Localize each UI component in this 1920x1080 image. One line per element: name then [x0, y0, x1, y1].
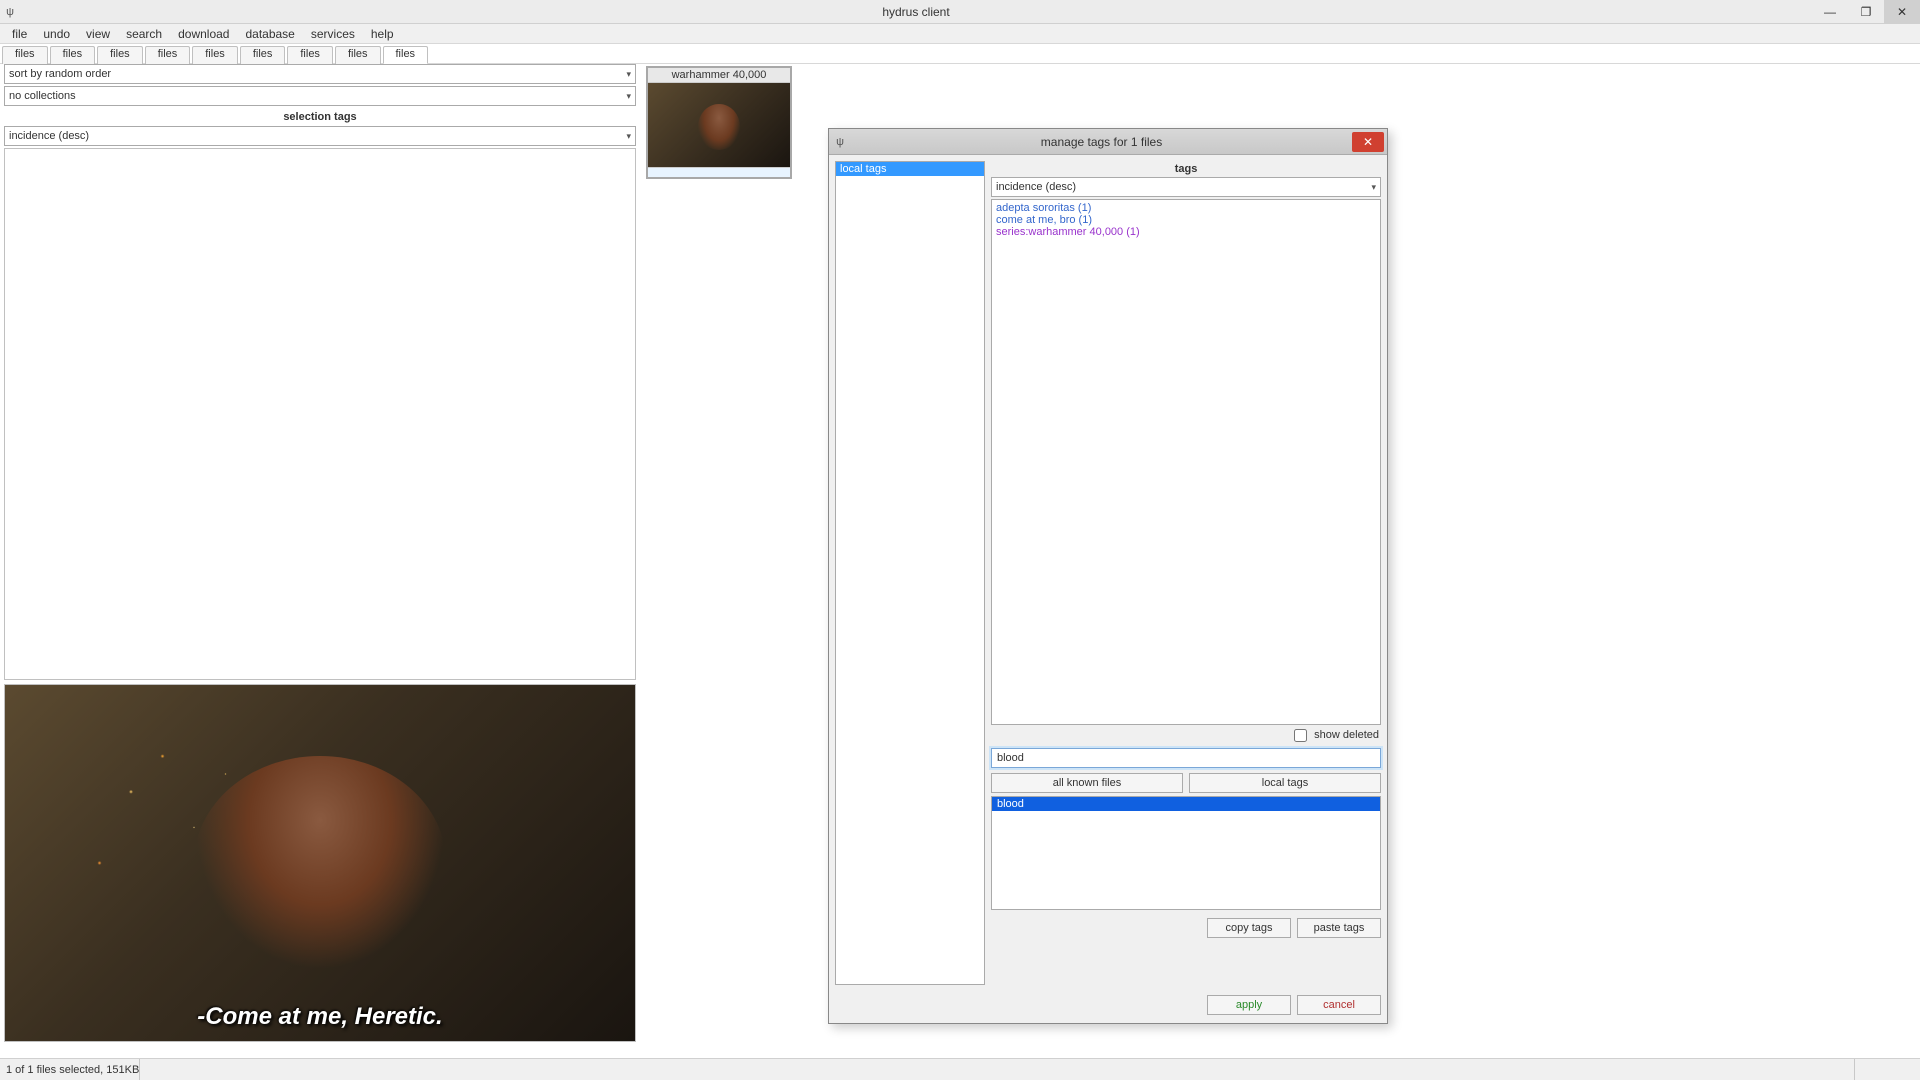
menu-download[interactable]: download	[170, 25, 237, 43]
tag-item[interactable]: adepta sororitas (1)	[996, 202, 1376, 214]
close-button[interactable]: ✕	[1884, 0, 1920, 24]
menu-view[interactable]: view	[78, 25, 118, 43]
tab-files-0[interactable]: files	[2, 46, 48, 64]
thumbnail-label: warhammer 40,000	[648, 68, 790, 83]
preview-image-fx	[5, 685, 635, 1041]
left-panel: sort by random order ▾ no collections ▾ …	[4, 64, 636, 1058]
menu-database[interactable]: database	[237, 25, 302, 43]
preview-caption: -Come at me, Heretic.	[5, 1003, 635, 1031]
sort-dropdown-value: sort by random order	[9, 68, 111, 80]
tab-files-6[interactable]: files	[287, 46, 333, 64]
menubar: file undo view search download database …	[0, 24, 1920, 44]
dialog-title: manage tags for 1 files	[851, 135, 1352, 149]
tab-files-3[interactable]: files	[145, 46, 191, 64]
tag-sort-dropdown-value: incidence (desc)	[9, 130, 89, 142]
maximize-button[interactable]: ❐	[1848, 0, 1884, 24]
cancel-button[interactable]: cancel	[1297, 995, 1381, 1015]
tab-files-5[interactable]: files	[240, 46, 286, 64]
thumbnail-item[interactable]: warhammer 40,000	[646, 66, 792, 179]
app-icon: ψ	[0, 6, 20, 18]
dialog-tag-sort-value: incidence (desc)	[996, 181, 1076, 193]
tab-files-2[interactable]: files	[97, 46, 143, 64]
tag-sort-dropdown[interactable]: incidence (desc) ▾	[4, 126, 636, 146]
dialog-tag-list[interactable]: adepta sororitas (1) come at me, bro (1)…	[991, 199, 1381, 725]
paste-tags-button[interactable]: paste tags	[1297, 918, 1381, 938]
window-title: hydrus client	[20, 5, 1812, 19]
all-known-files-button[interactable]: all known files	[991, 773, 1183, 793]
tabs-row: files files files files files files file…	[0, 44, 1920, 64]
menu-search[interactable]: search	[118, 25, 170, 43]
preview-image: -Come at me, Heretic.	[5, 685, 635, 1041]
chevron-down-icon: ▾	[626, 131, 631, 142]
dialog-service-item-local-tags[interactable]: local tags	[836, 162, 984, 176]
tab-files-1[interactable]: files	[50, 46, 96, 64]
tab-files-7[interactable]: files	[335, 46, 381, 64]
status-cell	[139, 1059, 319, 1080]
collections-dropdown-value: no collections	[9, 90, 76, 102]
tag-suggestion-item[interactable]: blood	[992, 797, 1380, 811]
chevron-down-icon: ▾	[1371, 182, 1376, 193]
copy-tags-button[interactable]: copy tags	[1207, 918, 1291, 938]
status-text: 1 of 1 files selected, 151KB	[6, 1064, 139, 1076]
tag-item[interactable]: series:warhammer 40,000 (1)	[996, 226, 1376, 238]
tag-item[interactable]: come at me, bro (1)	[996, 214, 1376, 226]
tab-files-4[interactable]: files	[192, 46, 238, 64]
preview-panel[interactable]: -Come at me, Heretic.	[4, 684, 636, 1042]
show-deleted-text: show deleted	[1314, 729, 1379, 741]
dialog-close-button[interactable]: ✕	[1352, 132, 1384, 152]
menu-undo[interactable]: undo	[35, 25, 78, 43]
menu-file[interactable]: file	[4, 25, 35, 43]
sort-dropdown[interactable]: sort by random order ▾	[4, 64, 636, 84]
app-icon: ψ	[829, 136, 851, 148]
minimize-button[interactable]: —	[1812, 0, 1848, 24]
dialog-tags-header: tags	[991, 161, 1381, 177]
window-titlebar: ψ hydrus client — ❐ ✕	[0, 0, 1920, 24]
menu-help[interactable]: help	[363, 25, 402, 43]
tab-files-8-active[interactable]: files	[383, 46, 429, 64]
chevron-down-icon: ▾	[626, 69, 631, 80]
status-bar: 1 of 1 files selected, 151KB	[0, 1058, 1920, 1080]
manage-tags-dialog: ψ manage tags for 1 files ✕ local tags t…	[828, 128, 1388, 1024]
dialog-tag-sort-dropdown[interactable]: incidence (desc) ▾	[991, 177, 1381, 197]
tag-suggestion-list[interactable]: blood	[991, 796, 1381, 910]
menu-services[interactable]: services	[303, 25, 363, 43]
chevron-down-icon: ▾	[626, 91, 631, 102]
show-deleted-checkbox[interactable]	[1294, 729, 1307, 742]
apply-button[interactable]: apply	[1207, 995, 1291, 1015]
show-deleted-label[interactable]: show deleted	[1294, 729, 1379, 741]
collections-dropdown[interactable]: no collections ▾	[4, 86, 636, 106]
status-cell	[1854, 1059, 1914, 1080]
dialog-service-list[interactable]: local tags	[835, 161, 985, 985]
local-tags-button[interactable]: local tags	[1189, 773, 1381, 793]
tag-input[interactable]: blood	[991, 748, 1381, 768]
dialog-titlebar[interactable]: ψ manage tags for 1 files ✕	[829, 129, 1387, 155]
thumbnail-footer	[648, 167, 790, 177]
selection-tags-list[interactable]	[4, 148, 636, 680]
show-deleted-row: show deleted	[991, 725, 1381, 748]
selection-tags-label: selection tags	[4, 108, 636, 126]
thumbnail-image	[648, 83, 790, 167]
